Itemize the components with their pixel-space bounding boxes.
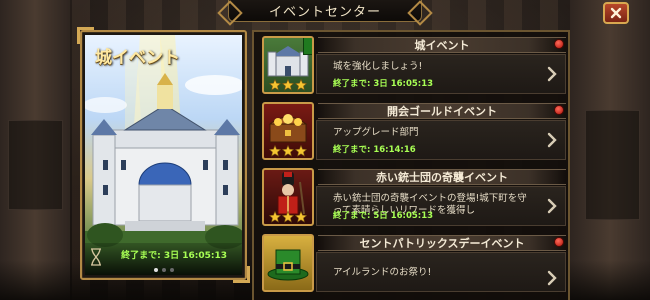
- event-name: 赤い銃士団の奇襲イベント: [376, 171, 508, 184]
- event-description: アップグレード部門: [333, 127, 419, 138]
- event-header: 開会ゴールドイベント: [318, 103, 566, 119]
- event-description: アイルランドのお祭り!: [333, 267, 432, 278]
- event-list[interactable]: 城イベント 城を強化しましょう! 終了まで: 3日 16:05:13 開会ゴール…: [252, 30, 570, 300]
- star-rating: [264, 79, 312, 91]
- carousel-dot-3[interactable]: [169, 268, 174, 272]
- star-icon: [282, 145, 294, 157]
- event-name: 開会ゴールドイベント: [387, 105, 497, 118]
- event-countdown: 終了まで: 5日 16:05:13: [333, 211, 434, 221]
- star-icon: [282, 211, 294, 223]
- star-rating: [264, 211, 312, 223]
- featured-event-panel[interactable]: 城イベント 終了まで: 3日 16:05:13: [77, 27, 250, 283]
- star-icon: [269, 211, 281, 223]
- event-header: 城イベント: [318, 37, 566, 53]
- event-header: セントパトリックスデーイベント: [318, 235, 566, 251]
- chevron-right-icon[interactable]: [547, 132, 557, 148]
- close-button[interactable]: [603, 2, 629, 24]
- star-rating: [264, 145, 312, 157]
- star-icon: [295, 79, 307, 91]
- star-icon: [295, 211, 307, 223]
- event-row-st-patricks[interactable]: セントパトリックスデーイベント アイルランドのお祭り!: [258, 232, 570, 296]
- event-body[interactable]: 赤い銃士団の奇襲イベントの登場!城下町を守って素晴らしいリワードを獲得し 終了ま…: [316, 186, 566, 226]
- event-countdown: 終了まで: 16:14:16: [333, 145, 416, 155]
- close-icon: [610, 7, 622, 19]
- leprechaun-hat-icon: [262, 234, 314, 292]
- carousel-dot-2[interactable]: [161, 268, 166, 272]
- castle-icon: [262, 36, 314, 94]
- star-icon: [282, 79, 294, 91]
- chevron-right-icon[interactable]: [547, 270, 557, 286]
- event-name: セントパトリックスデーイベント: [359, 237, 525, 250]
- castle-illustration: 城イベント: [85, 35, 242, 275]
- musketeer-icon: [262, 168, 314, 226]
- hourglass-icon: [91, 248, 101, 266]
- featured-event-title: 城イベント: [95, 48, 180, 68]
- event-description: 城を強化しましょう!: [333, 61, 423, 72]
- star-icon: [295, 145, 307, 157]
- alert-badge-icon: [554, 39, 564, 49]
- page-title: イベントセンター: [268, 5, 381, 20]
- castle-art: [85, 35, 242, 275]
- background-shelf: [585, 110, 640, 220]
- ribbon-icon: [303, 38, 312, 55]
- chevron-right-icon[interactable]: [547, 66, 557, 82]
- event-header: 赤い銃士団の奇襲イベント: [318, 169, 566, 185]
- chevron-right-icon[interactable]: [547, 198, 557, 214]
- alert-badge-icon: [554, 237, 564, 247]
- title-bar: イベントセンター: [228, 0, 422, 22]
- carousel-dot-1[interactable]: [153, 268, 158, 272]
- event-row-musketeer[interactable]: 赤い銃士団の奇襲イベント 赤い銃士団の奇襲イベントの登場!城下町を守って素晴らし…: [258, 166, 570, 230]
- event-countdown: 終了まで: 3日 16:05:13: [333, 79, 434, 89]
- alert-badge-icon: [554, 105, 564, 115]
- event-row-gold[interactable]: 開会ゴールドイベント アップグレード部門 終了まで: 16:14:16: [258, 100, 570, 164]
- featured-countdown: 終了まで: 3日 16:05:13: [121, 251, 227, 261]
- star-icon: [269, 79, 281, 91]
- event-body[interactable]: アップグレード部門 終了まで: 16:14:16: [316, 120, 566, 160]
- event-name: 城イベント: [414, 39, 470, 52]
- treasure-chest-icon: [262, 102, 314, 160]
- event-body[interactable]: 城を強化しましょう! 終了まで: 3日 16:05:13: [316, 54, 566, 94]
- background-shelf: [8, 120, 63, 210]
- star-icon: [269, 145, 281, 157]
- carousel-dots[interactable]: [82, 268, 245, 272]
- event-row-castle[interactable]: 城イベント 城を強化しましょう! 終了まで: 3日 16:05:13: [258, 34, 570, 98]
- event-body[interactable]: アイルランドのお祭り!: [316, 252, 566, 292]
